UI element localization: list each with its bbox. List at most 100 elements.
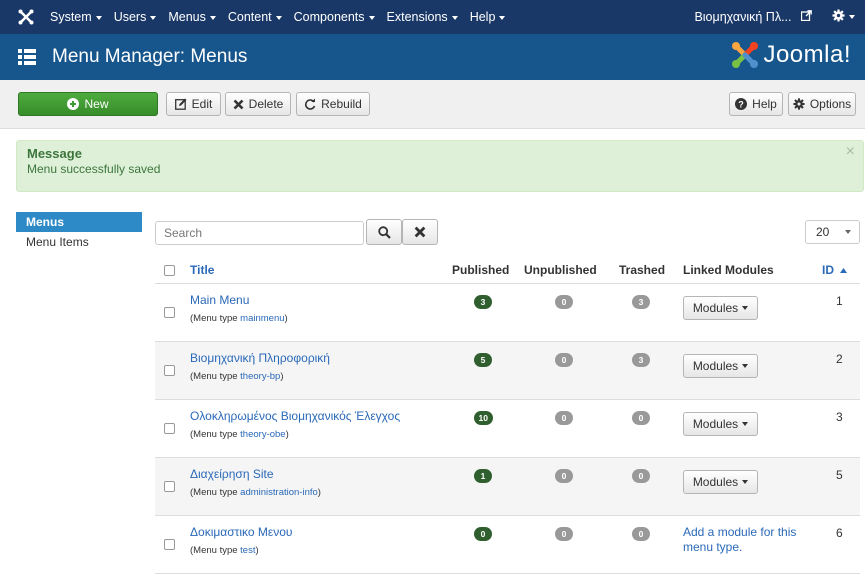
edit-button-label: Edit [191,97,213,111]
table-row: Main Menu (Menu type mainmenu) 3 0 3 Modules 1 [155,284,860,342]
menu-type-link[interactable]: administration-info [240,487,318,498]
menu-title-link[interactable]: Διαχείρηση Site [190,467,274,481]
modules-dropdown-button[interactable]: Modules [683,412,758,436]
published-count-badge[interactable]: 3 [474,295,492,309]
published-count-badge[interactable]: 10 [473,411,493,425]
menu-type-suffix: ) [285,429,289,440]
sidebar-item-menus[interactable]: Menus [16,212,142,232]
clear-search-button[interactable] [402,219,438,245]
message-text: Menu successfully saved [27,162,161,176]
admin-navbar: System Users Menus Content Components Extensi… [0,0,865,34]
modules-label: Modules [692,417,739,431]
row-checkbox[interactable] [164,481,175,492]
table-row: Βιομηχανική Πληροφορική (Menu type theory… [155,342,860,400]
options-button[interactable]: Options [788,92,856,116]
column-id[interactable]: ID [822,263,848,277]
trashed-count-badge[interactable]: 0 [632,411,650,425]
close-icon[interactable]: × [846,143,855,161]
add-module-link[interactable]: Add a module for this menu type. [683,525,808,555]
sort-ascending-icon [840,268,848,274]
trashed-count-badge[interactable]: 0 [632,469,650,483]
gear-icon [832,9,845,25]
menu-type-prefix: (Menu type [190,545,238,556]
site-name: Βιομηχανική Πλ... [694,9,792,24]
trashed-count-badge[interactable]: 0 [632,527,650,541]
menu-title-link[interactable]: Ολοκληρωμένος Βιομηχανικός Έλεγχος [190,409,400,423]
help-button[interactable]: ? Help [729,92,783,116]
column-title[interactable]: Title [190,263,214,277]
new-button[interactable]: New [18,92,158,116]
table-header: Title Published Unpublished Trashed Link… [155,256,860,284]
search-input[interactable] [155,221,364,245]
modules-dropdown-button[interactable]: Modules [683,296,758,320]
chevron-down-icon [95,15,102,20]
modules-dropdown-button[interactable]: Modules [683,354,758,378]
chevron-down-icon [499,15,506,20]
menu-title-link[interactable]: Βιομηχανική Πληροφορική [190,351,330,365]
unpublished-count-badge[interactable]: 0 [555,295,573,309]
menu-type-link[interactable]: theory-bp [240,371,280,382]
top-menu-label: Content [227,10,272,24]
menu-type-suffix: ) [317,487,321,498]
row-checkbox[interactable] [164,365,175,376]
delete-button-label: Delete [248,97,284,111]
modules-dropdown-button[interactable]: Modules [683,470,758,494]
sidebar-item-menu-items[interactable]: Menu Items [16,232,142,252]
help-button-label: Help [752,97,777,111]
top-menu-content[interactable]: Content [228,10,282,24]
menu-type-suffix: ) [255,545,259,556]
close-icon [414,226,426,238]
navbar-right: Βιομηχανική Πλ... [694,0,855,34]
delete-button[interactable]: Delete [225,92,291,116]
unpublished-count-badge[interactable]: 0 [555,411,573,425]
top-menu-users[interactable]: Users [114,10,157,24]
list-limit-select[interactable]: 20 [805,220,860,244]
top-menu-menus[interactable]: Menus [168,10,216,24]
table-row: Διαχείρηση Site (Menu type administration… [155,458,860,516]
joomla-logo-icon[interactable] [18,9,38,25]
toolbar: New Edit Delete Rebuild ? Help Options [0,80,865,129]
menu-type-suffix: ) [280,371,284,382]
published-count-badge[interactable]: 0 [474,527,492,541]
menu-type-link[interactable]: mainmenu [240,313,284,324]
top-menu-label: Users [113,10,147,24]
search-icon [377,225,391,239]
menu-type-info: (Menu type administration-info) [190,487,321,498]
menus-table: Title Published Unpublished Trashed Link… [155,256,860,574]
site-link[interactable]: Βιομηχανική Πλ... [694,10,812,25]
menu-type-suffix: ) [284,313,288,324]
row-checkbox[interactable] [164,539,175,550]
new-button-label: New [84,97,109,111]
trashed-count-badge[interactable]: 3 [632,295,650,309]
top-menu-extensions[interactable]: Extensions [387,10,458,24]
rebuild-button[interactable]: Rebuild [296,92,370,116]
trashed-count-badge[interactable]: 3 [632,353,650,367]
table-body: Main Menu (Menu type mainmenu) 3 0 3 Modules 1… [155,284,860,574]
menu-title-link[interactable]: Main Menu [190,293,249,307]
edit-button[interactable]: Edit [166,92,221,116]
menu-type-link[interactable]: test [240,545,255,556]
unpublished-count-badge[interactable]: 0 [555,527,573,541]
menu-type-link[interactable]: theory-obe [240,429,285,440]
chevron-down-icon [742,364,749,368]
brand-wordmark: Joomla! [763,41,851,68]
list-icon [18,49,36,65]
unpublished-count-badge[interactable]: 0 [555,353,573,367]
row-checkbox[interactable] [164,307,175,318]
user-menu[interactable] [832,9,855,25]
search-button[interactable] [366,219,402,245]
top-menu-system[interactable]: System [50,10,102,24]
external-link-icon [800,10,812,24]
published-count-badge[interactable]: 5 [474,353,492,367]
row-checkbox[interactable] [164,423,175,434]
top-menu-components[interactable]: Components [294,10,375,24]
unpublished-count-badge[interactable]: 0 [555,469,573,483]
menu-title-link[interactable]: Δοκιμαστικο Μενου [190,525,292,539]
menu-type-prefix: (Menu type [190,371,238,382]
select-all-checkbox[interactable] [164,265,175,276]
chevron-down-icon [209,15,216,20]
menu-type-prefix: (Menu type [190,429,238,440]
published-count-badge[interactable]: 1 [474,469,492,483]
page-header: Menu Manager: Menus Joomla! [0,34,865,80]
top-menu-help[interactable]: Help [470,10,506,24]
